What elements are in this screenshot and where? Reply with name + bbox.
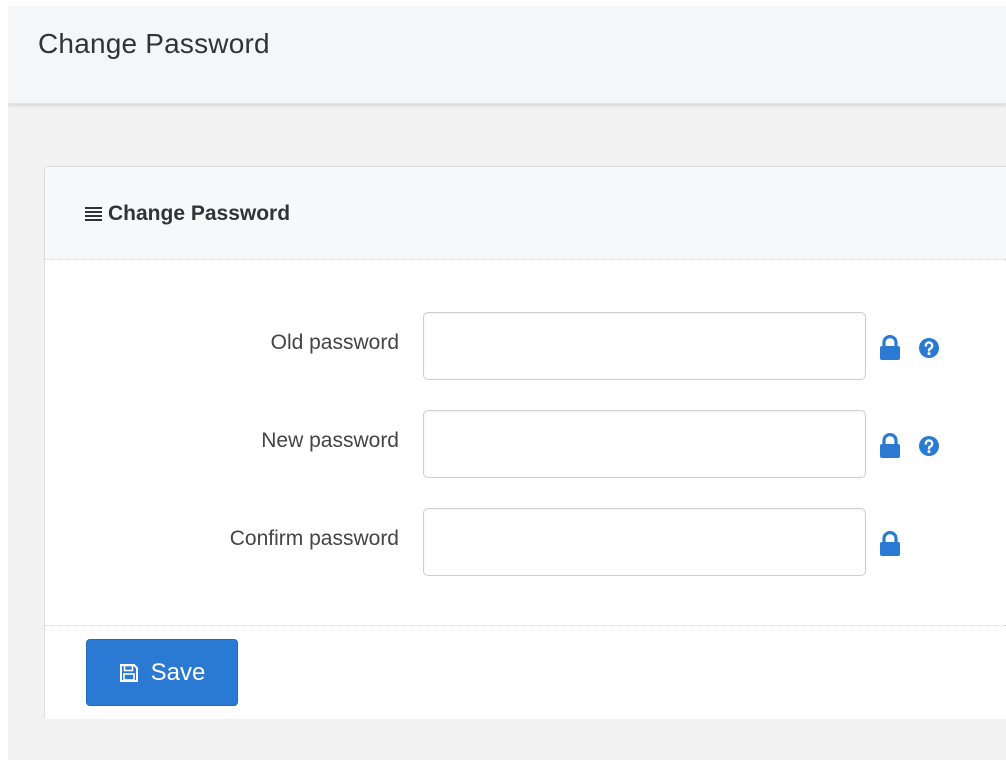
new-password-input[interactable] [423, 410, 866, 478]
page-header: Change Password [8, 6, 1006, 104]
new-password-label: New password [261, 429, 399, 452]
panel-title: Change Password [108, 202, 291, 225]
question-circle-icon[interactable] [919, 338, 939, 358]
confirm-password-label: Confirm password [229, 527, 399, 550]
change-password-panel: Change Password Old password New passwor… [44, 166, 1006, 719]
save-button[interactable]: Save [86, 639, 238, 706]
confirm-password-input[interactable] [423, 508, 866, 576]
new-password-row: New password [45, 410, 1006, 478]
save-button-label: Save [150, 658, 206, 686]
old-password-row: Old password [45, 312, 1006, 380]
panel-heading-content: Change Password [85, 202, 290, 226]
lock-icon [880, 335, 900, 360]
panel-heading: Change Password [45, 167, 1006, 260]
panel-footer: Save [45, 625, 1006, 719]
confirm-password-row: Confirm password [45, 508, 1006, 576]
floppy-disk-icon [119, 663, 138, 682]
lock-icon [880, 433, 900, 458]
bars-icon [85, 207, 102, 221]
question-circle-icon[interactable] [919, 436, 939, 456]
page-viewport: Change Password Change Password Old pass… [8, 6, 1006, 760]
page-title: Change Password [38, 28, 270, 59]
old-password-label: Old password [270, 331, 399, 354]
old-password-input[interactable] [423, 312, 866, 380]
lock-icon [880, 531, 900, 556]
